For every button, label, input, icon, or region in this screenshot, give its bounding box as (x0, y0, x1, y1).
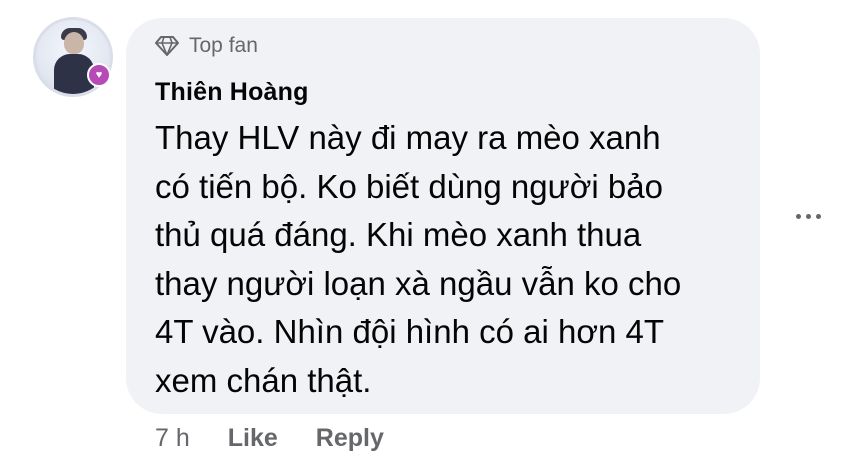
more-options-icon[interactable] (788, 204, 828, 228)
comment-actions: 7 h Like Reply (155, 424, 384, 453)
comment-timestamp[interactable]: 7 h (155, 424, 190, 453)
avatar[interactable]: ♥ (33, 17, 113, 97)
reply-button[interactable]: Reply (316, 424, 384, 453)
like-button[interactable]: Like (228, 424, 278, 453)
comment-text: Thay HLV này đi may ra mèo xanh có tiến … (155, 119, 682, 399)
profile-frame-badge-icon: ♥ (87, 63, 111, 87)
comment-author[interactable]: Thiên Hoàng (155, 78, 309, 107)
badge-label: Top fan (189, 34, 258, 57)
top-fan-badge[interactable]: Top fan (155, 34, 258, 58)
diamond-icon (155, 36, 179, 56)
